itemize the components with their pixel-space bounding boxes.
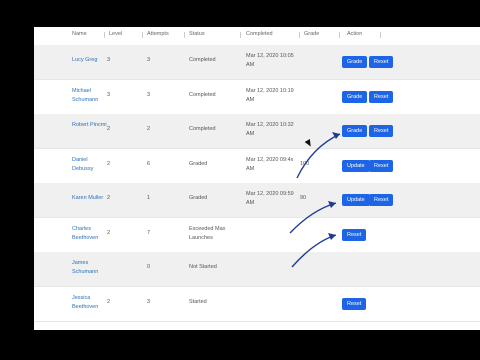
letterbox-bottom bbox=[0, 330, 480, 360]
annotation-arrow bbox=[291, 234, 337, 268]
learner-results-table: Name Level Attempts Status Completed Grade Act… bbox=[34, 27, 480, 330]
annotation-arrow bbox=[296, 133, 341, 179]
annotation-arrowhead bbox=[328, 201, 336, 208]
video-frame: Name Level Attempts Status Completed Grade Act… bbox=[0, 0, 480, 360]
letterbox-top bbox=[0, 0, 480, 27]
annotation-arrowhead bbox=[328, 233, 336, 240]
annotation-arrow bbox=[289, 202, 337, 234]
annotation-overlay bbox=[289, 132, 341, 268]
